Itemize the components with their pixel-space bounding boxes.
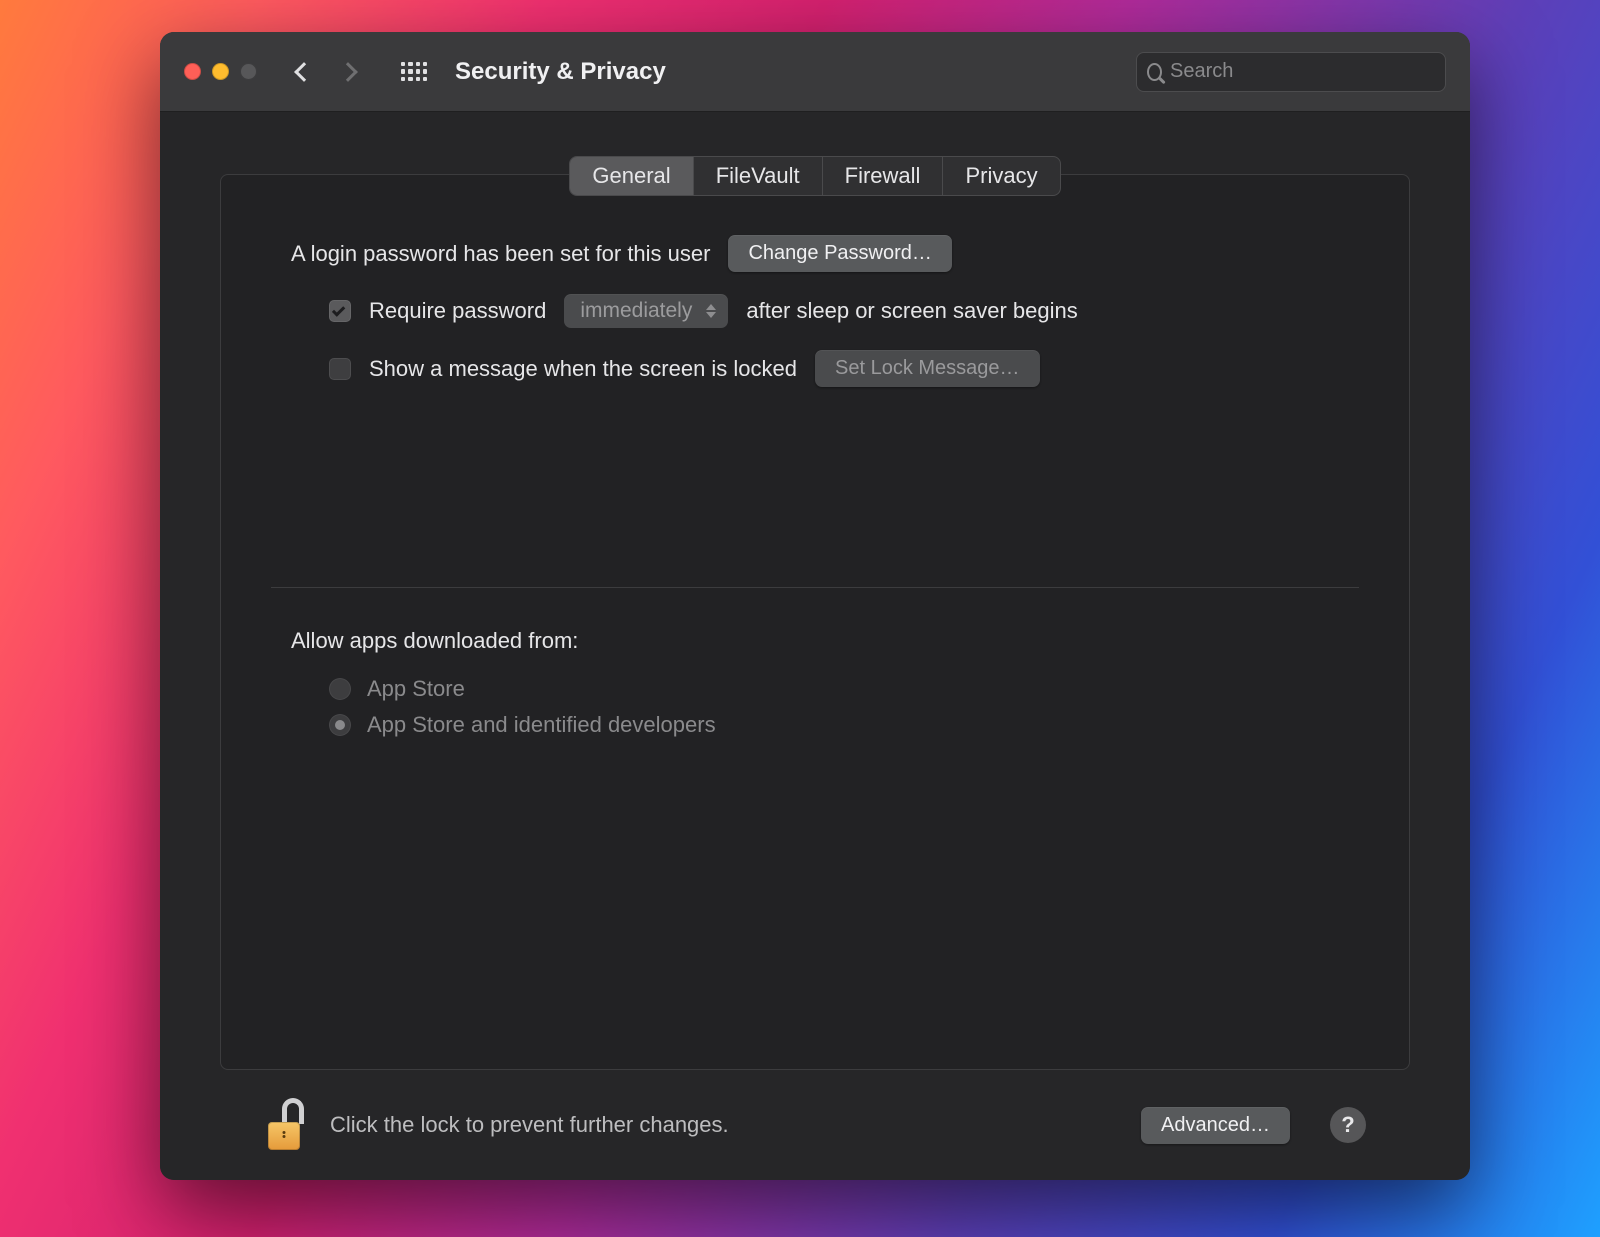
require-password-checkbox[interactable] xyxy=(329,300,351,322)
search-icon xyxy=(1147,63,1162,81)
close-window-button[interactable] xyxy=(184,63,201,80)
change-password-button[interactable]: Change Password… xyxy=(728,235,951,272)
content-area: General FileVault Firewall Privacy A log… xyxy=(160,112,1470,1180)
tab-privacy[interactable]: Privacy xyxy=(943,157,1059,195)
lock-hint-text: Click the lock to prevent further change… xyxy=(330,1112,729,1138)
require-password-prefix: Require password xyxy=(369,298,546,324)
require-password-delay-select[interactable]: immediately xyxy=(564,294,728,328)
tab-bar: General FileVault Firewall Privacy xyxy=(569,156,1060,196)
allow-apps-title: Allow apps downloaded from: xyxy=(291,628,1339,654)
radio-icon xyxy=(329,714,351,736)
search-input[interactable] xyxy=(1170,60,1435,83)
tab-filevault[interactable]: FileVault xyxy=(694,157,823,195)
general-panel: A login password has been set for this u… xyxy=(220,174,1410,1070)
nav-arrows xyxy=(297,65,355,79)
password-set-text: A login password has been set for this u… xyxy=(291,241,710,267)
search-field[interactable] xyxy=(1136,52,1446,92)
allow-option-label: App Store xyxy=(367,676,465,702)
password-set-row: A login password has been set for this u… xyxy=(291,235,1339,272)
tab-firewall[interactable]: Firewall xyxy=(823,157,944,195)
preferences-window: Security & Privacy General FileVault Fir… xyxy=(160,32,1470,1180)
radio-icon xyxy=(329,678,351,700)
show-message-label: Show a message when the screen is locked xyxy=(369,356,797,382)
window-controls xyxy=(184,63,257,80)
allow-option-label: App Store and identified developers xyxy=(367,712,716,738)
show-all-icon[interactable] xyxy=(401,62,427,82)
updown-icon xyxy=(706,304,716,318)
footer: Click the lock to prevent further change… xyxy=(220,1070,1410,1180)
zoom-window-button[interactable] xyxy=(240,63,257,80)
allow-option-identified[interactable]: App Store and identified developers xyxy=(329,712,1339,738)
toolbar: Security & Privacy xyxy=(160,32,1470,112)
forward-button[interactable] xyxy=(338,62,358,82)
lock-icon[interactable] xyxy=(264,1100,308,1150)
advanced-button[interactable]: Advanced… xyxy=(1141,1107,1290,1144)
require-password-row: Require password immediately after sleep… xyxy=(329,294,1339,328)
back-button[interactable] xyxy=(294,62,314,82)
help-button[interactable]: ? xyxy=(1330,1107,1366,1143)
show-message-row: Show a message when the screen is locked… xyxy=(329,350,1339,387)
set-lock-message-button[interactable]: Set Lock Message… xyxy=(815,350,1040,387)
require-password-delay-value: immediately xyxy=(580,299,692,323)
allow-option-appstore[interactable]: App Store xyxy=(329,676,1339,702)
divider xyxy=(271,587,1359,588)
minimize-window-button[interactable] xyxy=(212,63,229,80)
tab-general[interactable]: General xyxy=(570,157,693,195)
window-title: Security & Privacy xyxy=(455,58,666,86)
show-message-checkbox[interactable] xyxy=(329,358,351,380)
require-password-suffix: after sleep or screen saver begins xyxy=(746,298,1077,324)
